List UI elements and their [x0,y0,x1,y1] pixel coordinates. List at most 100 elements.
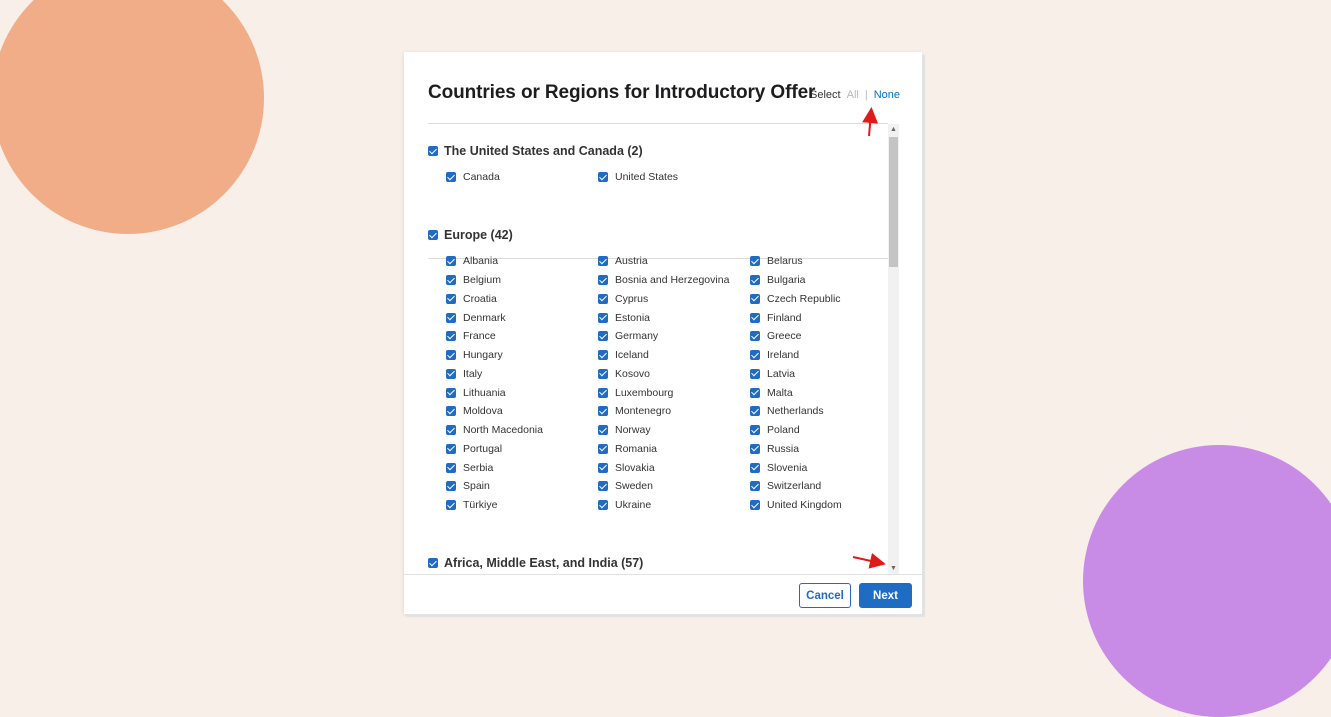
country-item[interactable]: Denmark [446,308,598,327]
country-item[interactable]: Russia [750,440,886,459]
country-item[interactable]: Cyprus [598,290,750,309]
country-item[interactable]: Albania [446,252,598,271]
country-checkbox[interactable] [750,462,760,473]
country-item[interactable]: Ireland [750,346,886,365]
country-checkbox[interactable] [750,500,760,511]
country-checkbox[interactable] [446,425,456,436]
country-checkbox[interactable] [446,406,456,417]
country-checkbox[interactable] [446,368,456,379]
country-checkbox[interactable] [750,443,760,454]
country-item[interactable]: Germany [598,327,750,346]
country-item[interactable]: United Kingdom [750,496,886,515]
country-checkbox[interactable] [750,350,760,361]
country-checkbox[interactable] [446,256,456,267]
next-button[interactable]: Next [859,583,912,608]
country-checkbox[interactable] [598,368,608,379]
country-checkbox[interactable] [598,462,608,473]
country-item[interactable]: Belarus [750,252,886,271]
country-item[interactable]: Sweden [598,477,750,496]
country-checkbox[interactable] [598,500,608,511]
country-checkbox[interactable] [598,256,608,267]
country-checkbox[interactable] [750,275,760,286]
country-item[interactable]: Canada [446,168,598,187]
country-checkbox[interactable] [446,331,456,342]
country-checkbox[interactable] [598,425,608,436]
select-none-link[interactable]: None [874,89,900,101]
scroll-down-icon[interactable]: ▼ [888,563,899,574]
country-checkbox[interactable] [446,172,456,183]
country-checkbox[interactable] [750,312,760,323]
cancel-button[interactable]: Cancel [799,583,851,608]
country-checkbox[interactable] [446,481,456,492]
country-item[interactable]: Slovakia [598,458,750,477]
country-checkbox[interactable] [750,425,760,436]
country-item[interactable]: France [446,327,598,346]
regions-scroll-area[interactable]: The United States and Canada (2) Canada U… [428,124,888,574]
country-item[interactable]: Portugal [446,440,598,459]
country-item[interactable]: Croatia [446,290,598,309]
country-item[interactable]: Greece [750,327,886,346]
country-item[interactable]: Slovenia [750,458,886,477]
country-item[interactable]: Romania [598,440,750,459]
region-checkbox[interactable] [428,146,438,156]
country-checkbox[interactable] [446,387,456,398]
country-checkbox[interactable] [750,481,760,492]
select-all-link[interactable]: All [847,89,859,101]
country-checkbox[interactable] [598,331,608,342]
country-checkbox[interactable] [446,462,456,473]
country-item[interactable]: Norway [598,421,750,440]
country-item[interactable]: Serbia [446,458,598,477]
country-checkbox[interactable] [598,293,608,304]
country-checkbox[interactable] [750,331,760,342]
country-item[interactable]: Poland [750,421,886,440]
country-item[interactable]: United States [598,168,750,187]
country-checkbox[interactable] [446,350,456,361]
country-item[interactable]: Malta [750,383,886,402]
region-checkbox[interactable] [428,230,438,240]
country-checkbox[interactable] [446,312,456,323]
country-checkbox[interactable] [446,443,456,454]
country-item[interactable]: Hungary [446,346,598,365]
country-checkbox[interactable] [446,500,456,511]
country-checkbox[interactable] [598,406,608,417]
country-item[interactable]: Italy [446,365,598,384]
region-header[interactable]: The United States and Canada (2) [428,142,888,160]
country-item[interactable]: Türkiye [446,496,598,515]
country-checkbox[interactable] [750,406,760,417]
country-item[interactable]: Belgium [446,271,598,290]
country-checkbox[interactable] [598,481,608,492]
country-item[interactable]: Spain [446,477,598,496]
vertical-scrollbar[interactable]: ▲ ▼ [888,124,899,574]
country-checkbox[interactable] [598,172,608,183]
country-item[interactable]: Iceland [598,346,750,365]
country-checkbox[interactable] [598,443,608,454]
country-item[interactable]: Kosovo [598,365,750,384]
country-item[interactable]: Ukraine [598,496,750,515]
country-item[interactable]: Moldova [446,402,598,421]
region-header[interactable]: Europe (42) [428,226,888,244]
country-checkbox[interactable] [598,312,608,323]
scroll-up-icon[interactable]: ▲ [888,124,899,135]
region-checkbox[interactable] [428,558,438,568]
country-checkbox[interactable] [750,387,760,398]
country-item[interactable]: Estonia [598,308,750,327]
country-item[interactable]: Finland [750,308,886,327]
country-item[interactable]: Luxembourg [598,383,750,402]
country-checkbox[interactable] [446,275,456,286]
country-item[interactable]: Latvia [750,365,886,384]
region-header[interactable]: Africa, Middle East, and India (57) [428,554,888,572]
country-checkbox[interactable] [598,275,608,286]
country-checkbox[interactable] [598,387,608,398]
country-checkbox[interactable] [598,350,608,361]
country-checkbox[interactable] [750,256,760,267]
country-item[interactable]: Netherlands [750,402,886,421]
country-checkbox[interactable] [750,293,760,304]
country-item[interactable]: Czech Republic [750,290,886,309]
country-item[interactable]: Bosnia and Herzegovina [598,271,750,290]
country-checkbox[interactable] [750,368,760,379]
country-item[interactable]: Switzerland [750,477,886,496]
country-item[interactable]: Lithuania [446,383,598,402]
country-item[interactable]: Montenegro [598,402,750,421]
country-checkbox[interactable] [446,293,456,304]
country-item[interactable]: Austria [598,252,750,271]
